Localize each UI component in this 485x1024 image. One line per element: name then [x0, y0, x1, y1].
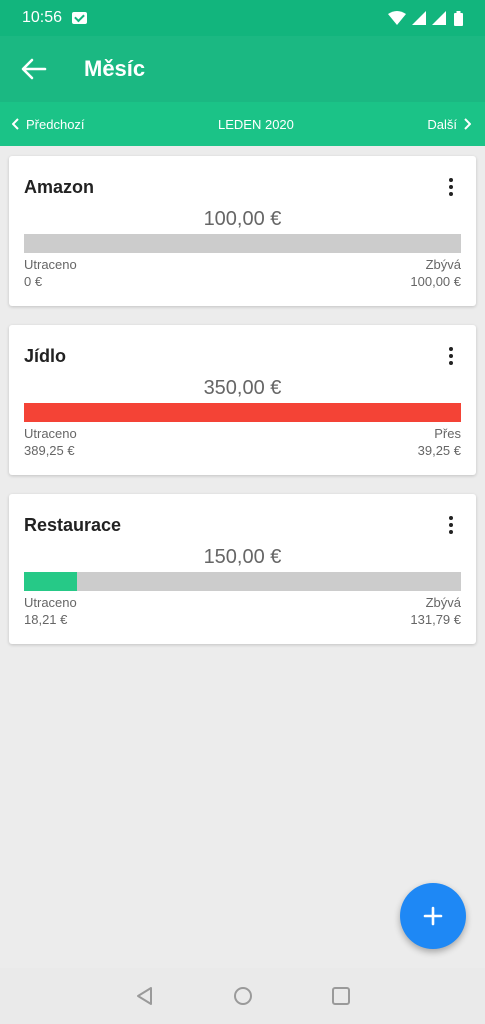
- budget-amount: 350,00 €: [203, 377, 282, 399]
- chevron-right-icon: [464, 118, 471, 130]
- budget-progress-bar: [24, 234, 461, 253]
- more-options-button[interactable]: [441, 174, 461, 200]
- over-label: Přes: [434, 426, 461, 441]
- nav-recents-button[interactable]: [331, 986, 351, 1006]
- arrow-left-icon: [21, 58, 47, 80]
- triangle-back-icon: [136, 987, 152, 1005]
- battery-icon: [454, 10, 463, 26]
- budget-name: Restaurace: [24, 514, 122, 535]
- budget-list: Amazon 100,00 € Utraceno 0 € Zbývá 100,00 …: [0, 146, 485, 644]
- signal-roaming-icon: [432, 11, 446, 25]
- status-time: 10:56: [22, 9, 63, 26]
- budget-name: Jídlo: [24, 345, 67, 366]
- page-title: Měsíc: [84, 56, 146, 81]
- remaining-label: Zbývá: [425, 595, 461, 610]
- more-options-button[interactable]: [441, 343, 461, 369]
- add-budget-button[interactable]: [400, 883, 466, 949]
- over-value: 39,25 €: [417, 443, 461, 458]
- budget-amount: 100,00 €: [203, 208, 282, 230]
- previous-month-label: Předchozí: [26, 116, 85, 132]
- wifi-icon: [388, 11, 406, 25]
- more-options-button[interactable]: [441, 512, 461, 538]
- spent-label: Utraceno: [24, 257, 77, 272]
- app-bar: Měsíc: [0, 36, 485, 102]
- spent-label: Utraceno: [24, 595, 77, 610]
- next-month-button[interactable]: Další: [427, 117, 471, 132]
- budget-card-amazon[interactable]: Amazon 100,00 € Utraceno 0 € Zbývá 100,00 …: [9, 156, 476, 306]
- budget-amount: 150,00 €: [203, 546, 282, 568]
- budget-card-jidlo[interactable]: Jídlo 350,00 € Utraceno 389,25 € Přes 39,2…: [9, 325, 476, 475]
- circle-home-icon: [233, 987, 252, 1005]
- spent-value: 389,25 €: [24, 443, 75, 458]
- spent-label: Utraceno: [24, 426, 77, 441]
- nav-home-button[interactable]: [233, 986, 253, 1006]
- budget-progress-fill: [24, 403, 461, 422]
- current-month-label: LEDEN 2020: [218, 116, 294, 132]
- plus-icon: [423, 906, 443, 926]
- status-bar: 10:56: [0, 0, 485, 36]
- budget-progress-bar: [24, 403, 461, 422]
- square-recents-icon: [331, 987, 350, 1005]
- budget-progress-fill: [24, 572, 78, 591]
- remaining-label: Zbývá: [425, 257, 461, 272]
- signal-icon: [412, 11, 426, 25]
- spent-value: 0 €: [24, 274, 43, 289]
- spent-value: 18,21 €: [24, 612, 68, 627]
- nav-back-button[interactable]: [135, 986, 155, 1006]
- budget-card-restaurace[interactable]: Restaurace 150,00 € Utraceno 18,21 € Zbýv…: [9, 494, 476, 644]
- previous-month-button[interactable]: Předchozí: [12, 117, 85, 132]
- mail-notification-icon: [72, 12, 88, 24]
- remaining-value: 100,00 €: [410, 274, 461, 289]
- month-navigation: Předchozí LEDEN 2020 Další: [0, 102, 485, 146]
- back-button[interactable]: [20, 55, 48, 83]
- chevron-left-icon: [12, 118, 19, 130]
- budget-name: Amazon: [24, 176, 95, 197]
- system-navigation-bar: [0, 968, 485, 1024]
- next-month-label: Další: [427, 116, 457, 132]
- remaining-value: 131,79 €: [410, 612, 461, 627]
- budget-progress-bar: [24, 572, 461, 591]
